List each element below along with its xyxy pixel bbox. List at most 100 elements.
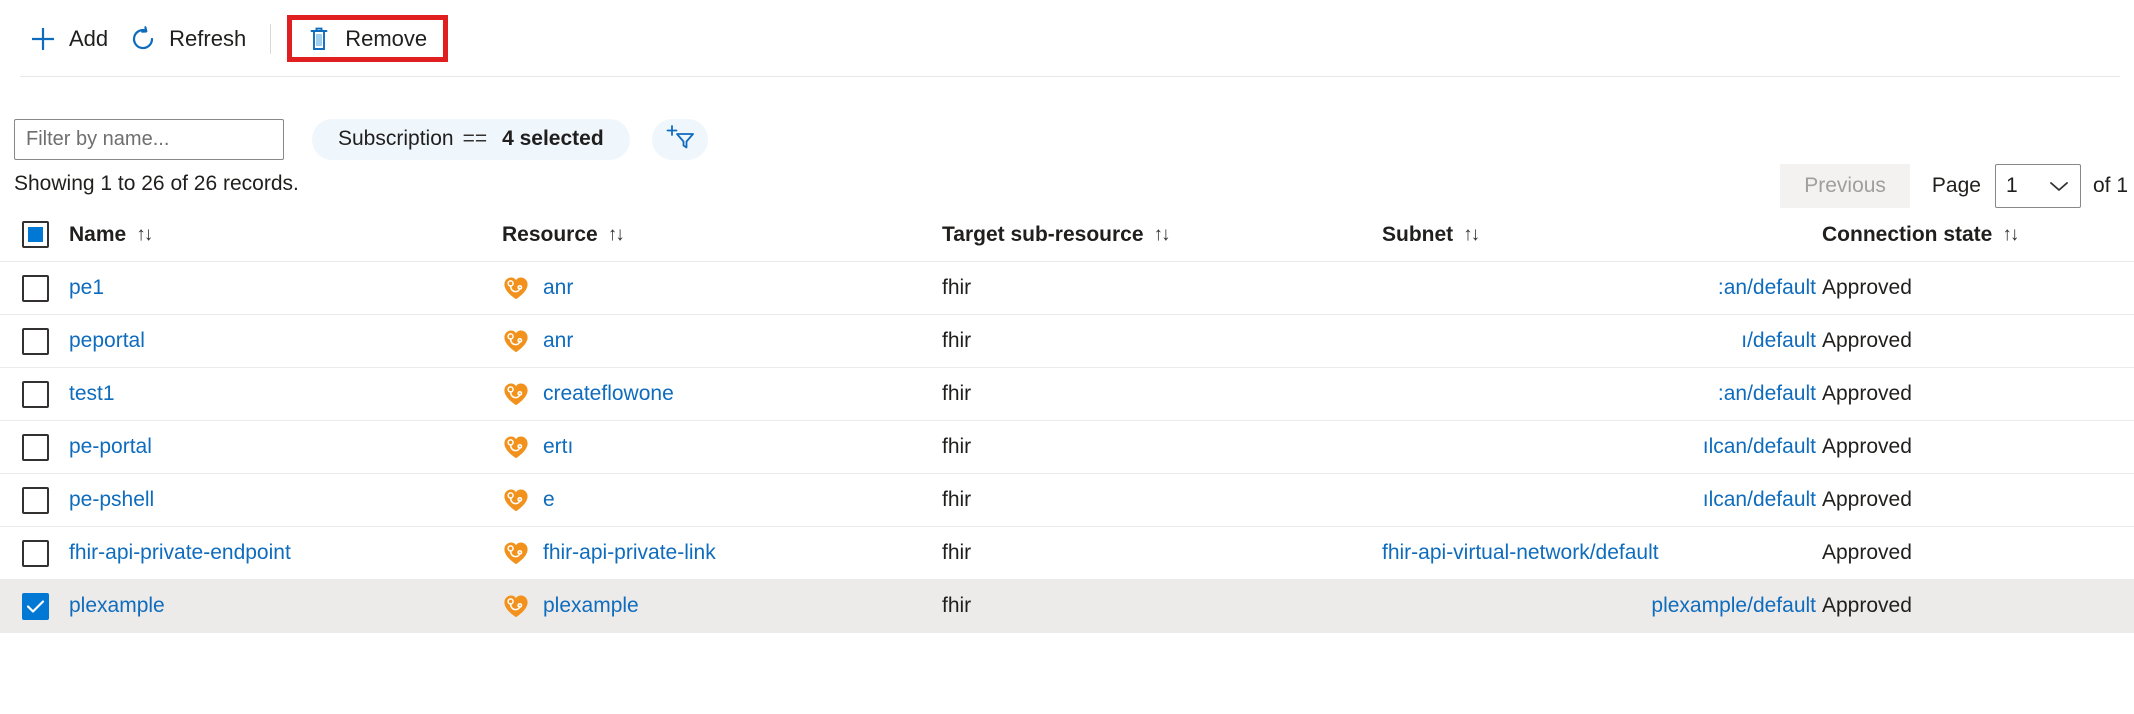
resource-link[interactable]: anr: [543, 329, 573, 353]
table-body: pe1anrfhir:an/defaultApprovedpeportalanr…: [0, 262, 2134, 633]
connection-state-value: Approved: [1822, 435, 1912, 459]
target-sub-resource-value: fhir: [942, 276, 971, 300]
page-number-select[interactable]: 1: [1995, 164, 2081, 208]
row-checkbox[interactable]: [22, 275, 49, 302]
column-header-connection-state[interactable]: Connection state ↑↓: [1822, 223, 2122, 247]
sort-icon-target-sub-resource[interactable]: ↑↓: [1154, 224, 1169, 246]
refresh-button[interactable]: Refresh: [122, 16, 260, 62]
endpoint-name-link[interactable]: fhir-api-private-endpoint: [69, 541, 291, 565]
subnet-link[interactable]: ılcan/default: [1703, 435, 1816, 459]
connection-state-value: Approved: [1822, 488, 1912, 512]
toolbar-separator-line: [20, 76, 2120, 77]
remove-button-highlight: Remove: [287, 15, 448, 62]
table-row[interactable]: test1 createflowone fhir :an/defaultApprove…: [0, 368, 2134, 421]
cell-connection-state: Approved: [1822, 541, 2122, 565]
fhir-heart-icon: [502, 539, 530, 567]
add-button[interactable]: Add: [22, 16, 122, 62]
private-endpoint-connections-table: Name ↑↓ Resource ↑↓ Target sub-resource …: [0, 208, 2134, 633]
fhir-heart-icon: [502, 327, 530, 355]
sort-icon-resource[interactable]: ↑↓: [608, 224, 623, 246]
endpoint-name-link[interactable]: pe-pshell: [69, 488, 154, 512]
remove-button[interactable]: Remove: [298, 16, 431, 62]
page-label: Page: [1932, 174, 1981, 198]
endpoint-name-link[interactable]: peportal: [69, 329, 145, 353]
resource-link[interactable]: anr: [543, 276, 573, 300]
cell-target-sub-resource: fhir: [942, 276, 1382, 300]
resource-link[interactable]: e: [543, 488, 555, 512]
page-total-label: of 1: [2093, 174, 2128, 198]
cell-name: plexample: [22, 593, 502, 620]
subnet-link[interactable]: fhir-api-virtual-network/default: [1382, 541, 1659, 565]
cell-connection-state: Approved: [1822, 329, 2122, 353]
endpoint-name-link[interactable]: plexample: [69, 594, 165, 618]
column-header-connection-state-label: Connection state: [1822, 223, 1992, 247]
select-all-checkbox[interactable]: [22, 221, 49, 248]
subnet-link[interactable]: plexample/default: [1651, 594, 1816, 618]
filter-by-name-input[interactable]: [14, 119, 284, 160]
row-checkbox[interactable]: [22, 328, 49, 355]
sort-icon-name[interactable]: ↑↓: [136, 224, 151, 246]
resource-link[interactable]: fhir-api-private-link: [543, 541, 716, 565]
cell-name: fhir-api-private-endpoint: [22, 540, 502, 567]
cell-target-sub-resource: fhir: [942, 382, 1382, 406]
column-header-subnet[interactable]: Subnet ↑↓: [1382, 223, 1822, 247]
remove-button-label: Remove: [345, 26, 427, 52]
table-row[interactable]: plexampleplexamplefhirplexample/defaultA…: [0, 580, 2134, 633]
row-checkbox[interactable]: [22, 487, 49, 514]
cell-subnet: fhir-api-virtual-network/default: [1382, 541, 1822, 565]
subscription-filter-field: Subscription: [338, 127, 454, 151]
resource-link[interactable]: ertı: [543, 435, 573, 459]
resource-link[interactable]: plexample: [543, 594, 639, 618]
subnet-link[interactable]: :an/default: [1718, 276, 1816, 300]
subscription-filter-pill[interactable]: Subscription == 4 selected: [312, 119, 630, 160]
subnet-link[interactable]: :an/default: [1718, 382, 1816, 406]
add-filter-button[interactable]: [652, 119, 708, 160]
table-row[interactable]: pe-pshell e fhir ılcan/defaultApproved: [0, 474, 2134, 527]
page-number-value: 1: [2006, 174, 2018, 198]
column-header-name[interactable]: Name ↑↓: [22, 221, 502, 248]
records-summary: Showing 1 to 26 of 26 records.: [14, 172, 299, 196]
table-row[interactable]: pe1anrfhir:an/defaultApproved: [0, 262, 2134, 315]
column-header-target-sub-resource[interactable]: Target sub-resource ↑↓: [942, 223, 1382, 247]
cell-name: pe-pshell: [22, 487, 502, 514]
subnet-link[interactable]: ı/default: [1741, 329, 1816, 353]
table-header-row: Name ↑↓ Resource ↑↓ Target sub-resource …: [0, 208, 2134, 262]
connection-state-value: Approved: [1822, 541, 1912, 565]
plus-icon: [28, 24, 58, 54]
cell-resource: anr: [502, 274, 942, 302]
cell-subnet: ılcan/default: [1382, 488, 1822, 512]
cell-resource: anr: [502, 327, 942, 355]
endpoint-name-link[interactable]: pe-portal: [69, 435, 152, 459]
row-checkbox[interactable]: [22, 381, 49, 408]
row-checkbox[interactable]: [22, 434, 49, 461]
cell-resource: plexample: [502, 592, 942, 620]
previous-page-button[interactable]: Previous: [1780, 164, 1910, 208]
cell-resource: fhir-api-private-link: [502, 539, 942, 567]
cell-subnet: ılcan/default: [1382, 435, 1822, 459]
target-sub-resource-value: fhir: [942, 594, 971, 618]
row-checkbox[interactable]: [22, 540, 49, 567]
target-sub-resource-value: fhir: [942, 382, 971, 406]
row-checkbox[interactable]: [22, 593, 49, 620]
cell-resource: e: [502, 486, 942, 514]
sort-icon-connection-state[interactable]: ↑↓: [2002, 224, 2017, 246]
sort-icon-subnet[interactable]: ↑↓: [1463, 224, 1478, 246]
refresh-icon: [128, 24, 158, 54]
target-sub-resource-value: fhir: [942, 488, 971, 512]
connection-state-value: Approved: [1822, 382, 1912, 406]
table-row[interactable]: fhir-api-private-endpoint fhir-api-privat…: [0, 527, 2134, 580]
toolbar-divider: [270, 24, 271, 54]
refresh-button-label: Refresh: [169, 26, 246, 52]
subnet-link[interactable]: ılcan/default: [1703, 488, 1816, 512]
resource-link[interactable]: createflowone: [543, 382, 674, 406]
cell-connection-state: Approved: [1822, 382, 2122, 406]
table-row[interactable]: pe-portalertıfhirılcan/defaultApproved: [0, 421, 2134, 474]
table-row[interactable]: peportalanrfhirı/defaultApproved: [0, 315, 2134, 368]
fhir-heart-icon: [502, 274, 530, 302]
cell-subnet: :an/default: [1382, 382, 1822, 406]
endpoint-name-link[interactable]: test1: [69, 382, 115, 406]
endpoint-name-link[interactable]: pe1: [69, 276, 104, 300]
cell-subnet: plexample/default: [1382, 594, 1822, 618]
column-header-resource[interactable]: Resource ↑↓: [502, 223, 942, 247]
cell-target-sub-resource: fhir: [942, 488, 1382, 512]
